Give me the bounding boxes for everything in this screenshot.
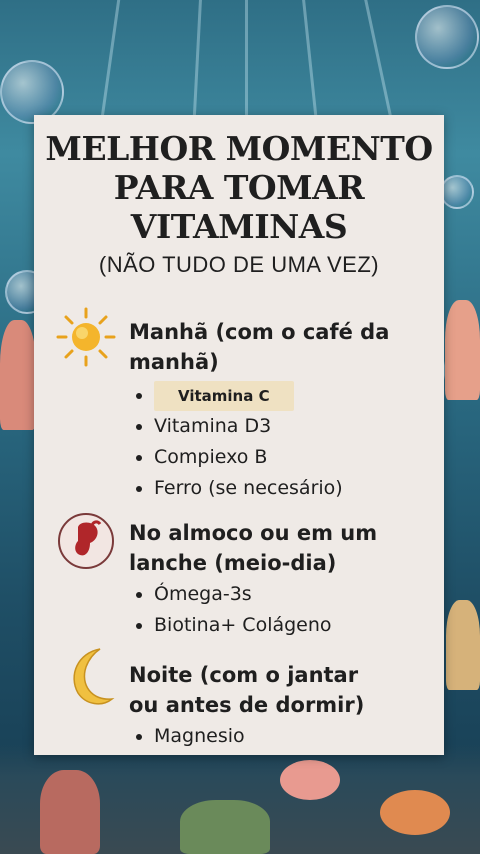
list-item: Magnesio — [134, 721, 245, 752]
list-item: Biotina+ Colágeno — [134, 610, 332, 641]
night-heading: Noite (com o jantar ou antes de dormir) — [129, 660, 429, 720]
vitamin-timing-card: MELHOR MOMENTO PARA TOMAR VITAMINAS (NÃO… — [34, 115, 444, 755]
list-item: Vitamina C — [134, 380, 343, 411]
heading-line: manhã) — [129, 350, 219, 374]
vitamin-c-highlight: Vitamina C — [154, 381, 294, 411]
midday-heading: No almoco ou em um lanche (meio-dia) — [129, 518, 429, 578]
coral — [280, 760, 340, 800]
heading-line: No almoco ou em um — [129, 521, 378, 545]
heading-line: lanche (meio-dia) — [129, 551, 337, 575]
coral — [180, 800, 270, 854]
coral — [0, 320, 36, 430]
heading-line: Noite (com o jantar — [129, 663, 359, 687]
midday-list: Ómega-3s Biotina+ Colágeno — [134, 579, 332, 641]
bubble — [415, 5, 479, 69]
list-item: Compiexo B — [134, 442, 343, 473]
crescent-moon-icon — [56, 645, 116, 705]
list-item: Ferro (se necesário) — [134, 473, 343, 504]
heading-line: ou antes de dormir) — [129, 693, 365, 717]
morning-heading: Manhã (com o café da manhã) — [129, 317, 429, 377]
heading-line: Manhã (com o café da — [129, 320, 390, 344]
title-line: VITAMINAS — [130, 207, 348, 246]
coral — [446, 600, 480, 690]
list-item: Ómega-3s — [134, 579, 332, 610]
sun-icon — [56, 307, 116, 367]
card-title: MELHOR MOMENTO PARA TOMAR VITAMINAS — [34, 129, 444, 246]
morning-list: Vitamina C Vitamina D3 Compiexo B Ferro … — [134, 380, 343, 504]
coral — [445, 300, 480, 400]
title-line: PARA TOMAR — [113, 168, 365, 207]
stomach-icon — [56, 511, 116, 571]
coral — [40, 770, 100, 854]
list-item: Vitamina D3 — [134, 411, 343, 442]
title-line: MELHOR MOMENTO — [45, 129, 433, 168]
card-subtitle: (NÃO TUDO DE UMA VEZ) — [98, 252, 380, 277]
bubble — [440, 175, 474, 209]
night-list: Magnesio — [134, 721, 245, 752]
coral — [380, 790, 450, 835]
